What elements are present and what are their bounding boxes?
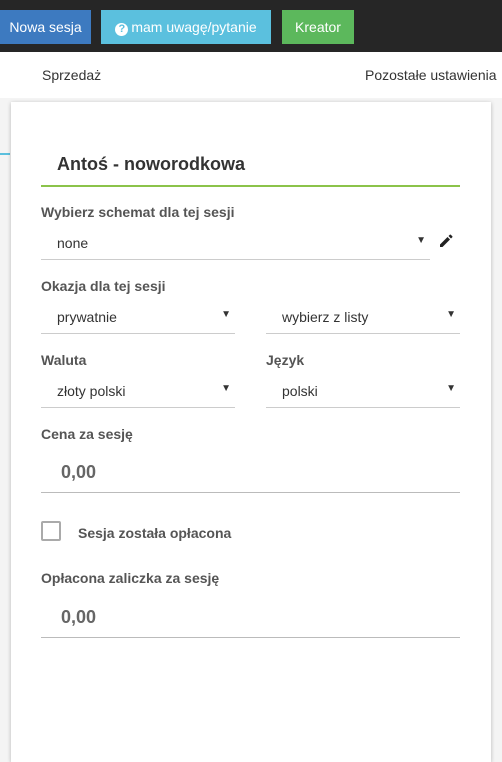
occasion-list-value: wybierz z listy [282,309,369,325]
top-toolbar: Nowa sesja ? mam uwagę/pytanie Kreator [0,0,502,52]
price-value: 0,00 [61,462,97,482]
caret-down-icon: ▼ [221,383,231,394]
kreator-button[interactable]: Kreator [282,10,354,44]
currency-label: Waluta [41,352,87,368]
schema-select[interactable]: none ▼ [41,226,430,260]
occasion-label: Okazja dla tej sesji [41,278,166,294]
currency-select[interactable]: złoty polski ▼ [41,374,235,408]
occasion-list-select[interactable]: wybierz z listy ▼ [266,300,460,334]
new-session-button[interactable]: Nowa sesja [0,10,91,44]
price-label: Cena za sesję [41,426,133,442]
title-underline [41,185,460,187]
caret-down-icon: ▼ [221,309,231,320]
note-question-label: mam uwagę/pytanie [131,19,257,35]
tab-sales[interactable]: Sprzedaż [42,67,101,83]
language-select-value: polski [282,383,318,399]
caret-down-icon: ▼ [446,383,456,394]
deposit-value: 0,00 [61,607,97,627]
schema-label: Wybierz schemat dla tej sesji [41,204,235,220]
currency-select-value: złoty polski [57,383,126,399]
deposit-label: Opłacona zaliczka za sesję [41,570,220,586]
caret-down-icon: ▼ [446,309,456,320]
session-paid-label: Sesja została opłacona [78,525,232,541]
session-title: Antoś - noworodkowa [57,154,245,174]
occasion-select[interactable]: prywatnie ▼ [41,300,235,334]
pencil-icon[interactable] [438,233,454,249]
session-settings-card: Antoś - noworodkowa Wybierz schemat dla … [11,102,491,762]
language-select[interactable]: polski ▼ [266,374,460,408]
deposit-input[interactable]: 0,00 [41,598,460,638]
language-label: Język [266,352,305,368]
schema-select-value: none [57,235,89,251]
note-question-button[interactable]: ? mam uwagę/pytanie [101,10,271,44]
question-circle-icon: ? [115,23,129,36]
session-paid-checkbox[interactable] [41,521,61,541]
tabs-bar: Sprzedaż Pozostałe ustawienia [0,52,502,98]
occasion-select-value: prywatnie [57,309,117,325]
caret-down-icon: ▼ [416,235,426,246]
active-tab-indicator [0,153,10,155]
tab-other-settings[interactable]: Pozostałe ustawienia [365,67,497,83]
price-input[interactable]: 0,00 [41,453,460,493]
